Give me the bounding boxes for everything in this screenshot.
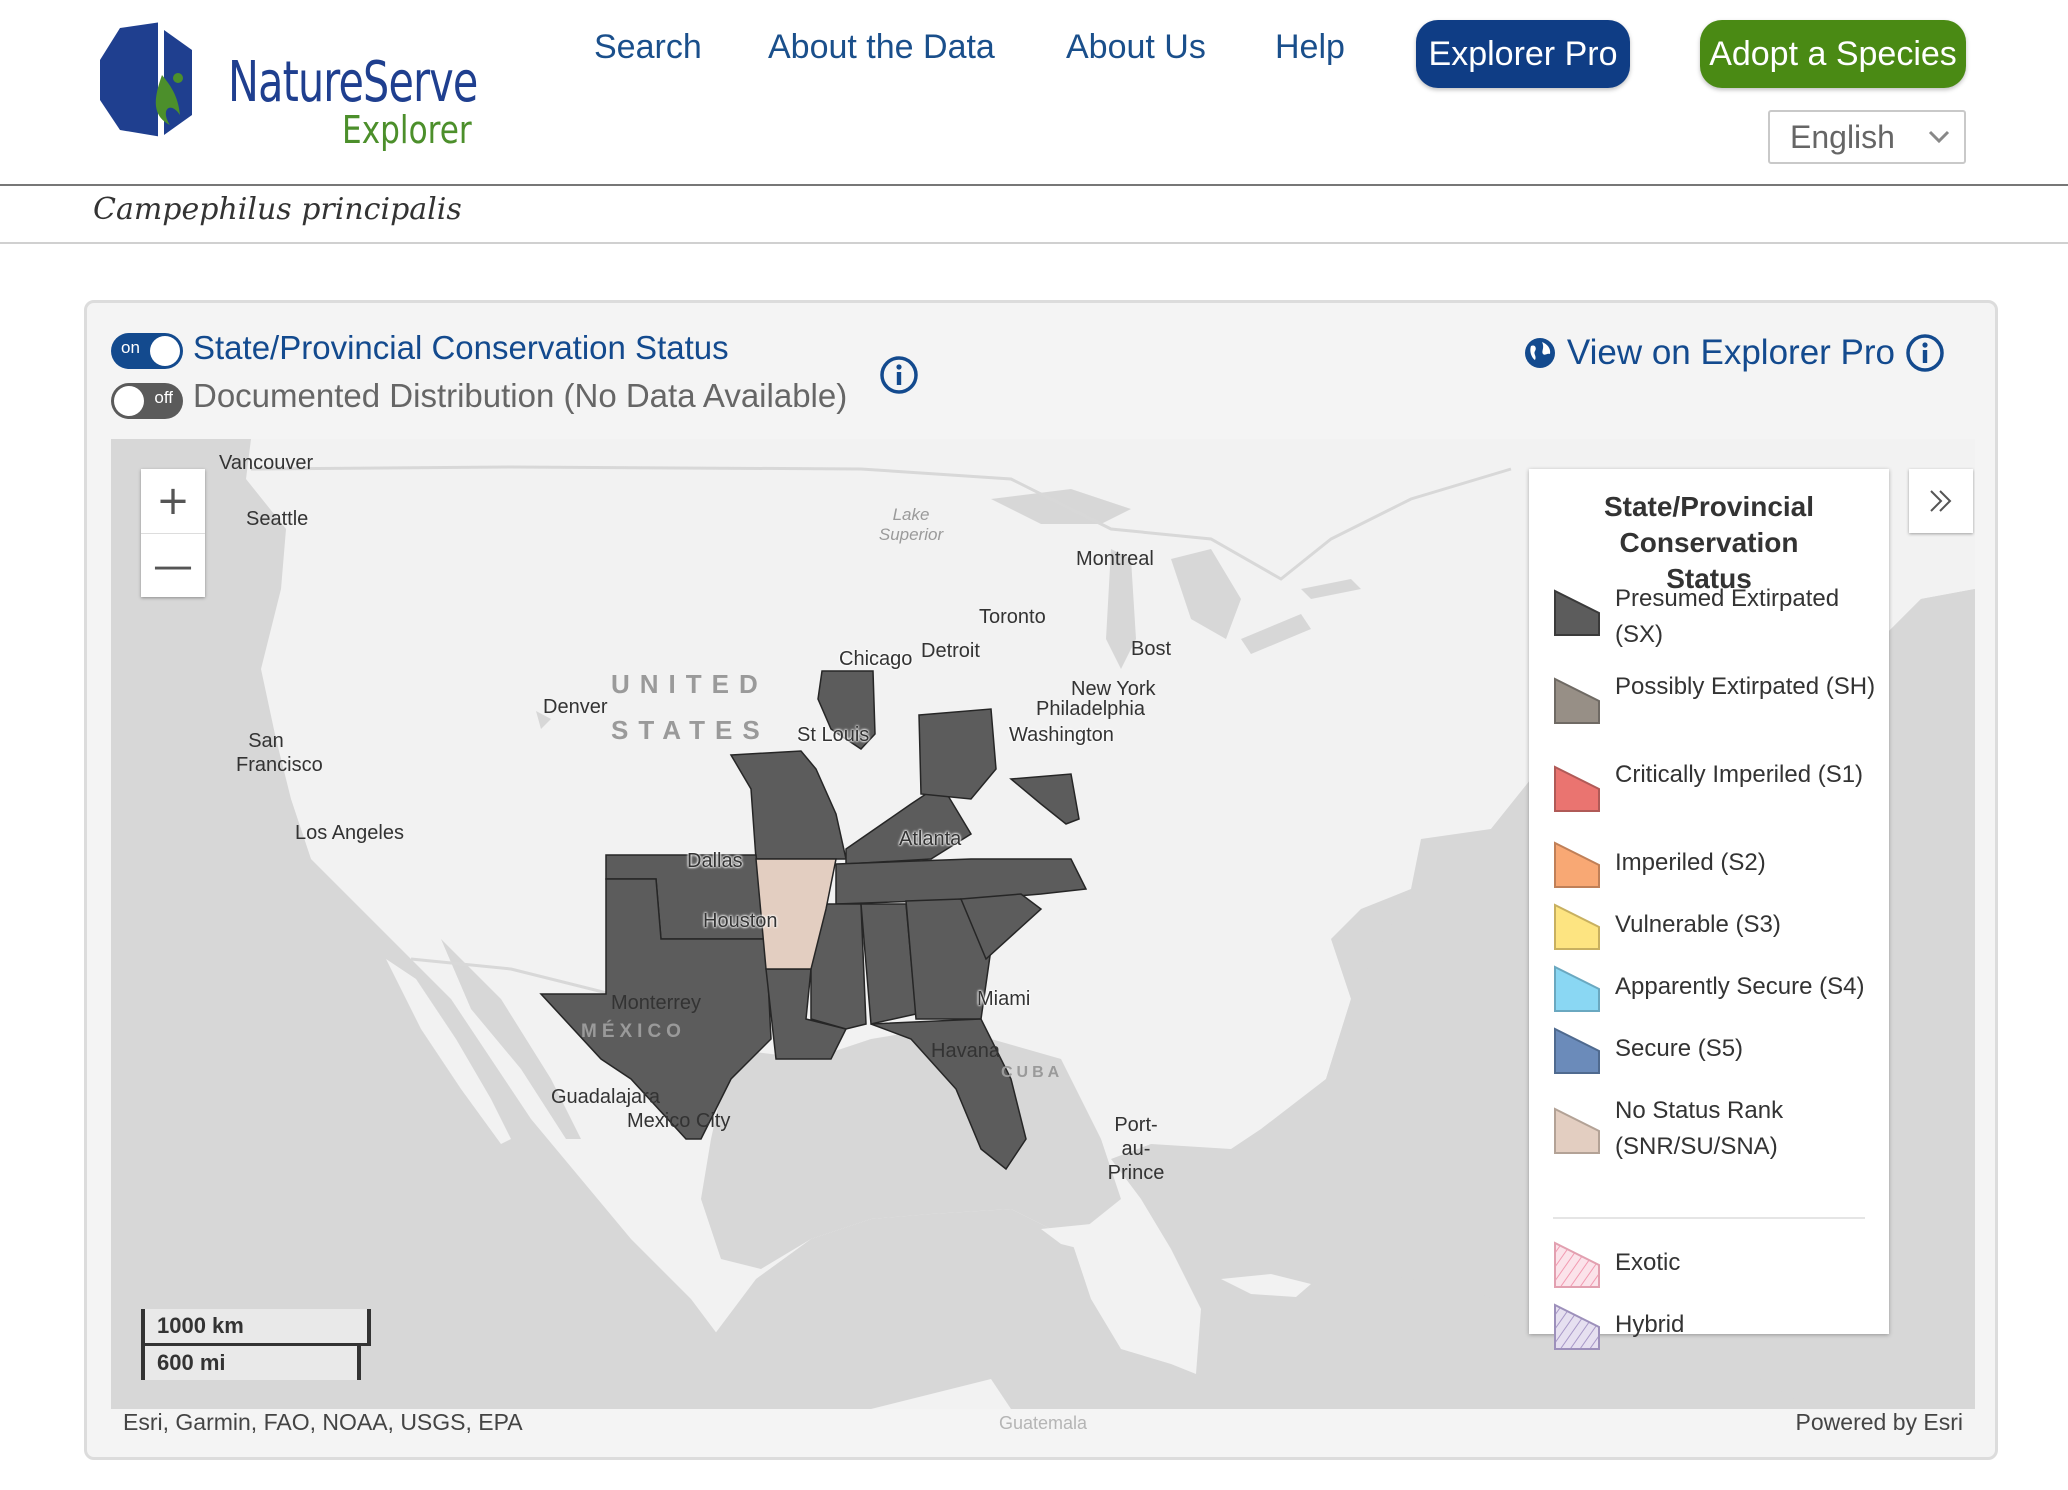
legend-swatch — [1554, 903, 1600, 950]
legend-swatch — [1554, 1241, 1600, 1288]
city-label-vancouver: Vancouver — [219, 452, 314, 474]
city-label-chicago: Chicago — [839, 648, 913, 670]
city-label-dallas: Dallas — [687, 850, 743, 872]
zoom-controls: + — — [141, 469, 205, 597]
nav-search[interactable]: Search — [594, 28, 702, 67]
city-label-washington: Washington — [1009, 724, 1114, 746]
scale-km: 1000 km — [141, 1309, 371, 1346]
legend-divider — [1553, 1217, 1865, 1219]
city-label-houston: Houston — [703, 910, 778, 932]
legend-collapse-button[interactable] — [1909, 469, 1973, 533]
status-layer-label[interactable]: State/Provincial Conservation Status — [193, 329, 729, 367]
state-maryland — [1009, 773, 1080, 825]
distribution-layer-label[interactable]: Documented Distribution (No Data Availab… — [193, 377, 847, 415]
info-icon[interactable] — [879, 355, 919, 395]
city-label-mexico-city: Mexico City — [627, 1110, 731, 1132]
country-label-mexico: MÉXICO — [581, 1021, 686, 1042]
legend-label: Vulnerable (S3) — [1615, 911, 1781, 938]
state-ohio — [918, 708, 997, 800]
legend-label: Presumed Extirpated (SX) — [1615, 585, 1840, 648]
powered-by-esri[interactable]: Powered by Esri — [1796, 1409, 1963, 1436]
city-label-philadelphia: Philadelphia — [1036, 698, 1145, 720]
city-label-miami: Miami — [977, 988, 1031, 1010]
adopt-species-button[interactable]: Adopt a Species — [1700, 20, 1966, 88]
legend-label: Apparently Secure (S4) — [1615, 973, 1865, 1000]
nav-about-data[interactable]: About the Data — [768, 28, 995, 67]
map-legend: State/Provincial Conservation Status Pre… — [1529, 469, 1889, 1350]
scale-mi: 600 mi — [141, 1346, 361, 1380]
city-label-st-louis: St Louis — [797, 724, 870, 746]
city-label-montreal: Montreal — [1076, 548, 1154, 570]
toggle-state: off — [154, 388, 173, 407]
natureserve-logo[interactable]: NatureServe Explorer — [100, 20, 480, 155]
state-missouri — [729, 750, 847, 860]
chevron-double-right-icon — [1930, 490, 1952, 512]
legend-label: Imperiled (S2) — [1615, 849, 1766, 876]
nav-about-us[interactable]: About Us — [1066, 28, 1206, 67]
city-label-havana: Havana — [931, 1040, 1000, 1062]
city-label-san-francisco: San Francisco — [236, 730, 323, 776]
view-on-explorer-pro-link[interactable]: View on Explorer Pro — [1523, 333, 1945, 373]
legend-label: Hybrid — [1615, 1311, 1685, 1338]
language-value: English — [1790, 119, 1895, 155]
explorer-pro-button[interactable]: Explorer Pro — [1416, 20, 1630, 88]
city-label-port-au-prince: Port-au-Prince — [1107, 1114, 1165, 1184]
legend-swatch — [1554, 1107, 1600, 1154]
legend-swatch — [1554, 1027, 1600, 1074]
country-label-states: STATES — [611, 715, 770, 745]
scale-bar: 1000 km 600 mi — [141, 1309, 371, 1380]
legend-swatch — [1554, 841, 1600, 888]
legend-label: Critically Imperiled (S1) — [1615, 761, 1864, 788]
legend-swatch — [1554, 1303, 1600, 1350]
zoom-in-button[interactable]: + — [141, 469, 205, 534]
status-layer-toggle[interactable]: on — [111, 333, 183, 369]
species-scientific-name: Campephilus principalis — [93, 192, 462, 227]
city-label-monterrey: Monterrey — [611, 992, 702, 1014]
language-select[interactable]: English — [1768, 110, 1966, 164]
city-label-seattle: Seattle — [246, 508, 309, 530]
lake-label-superior: Lake Superior — [878, 505, 944, 544]
attribution-map-label: Guatemala — [999, 1413, 1088, 1433]
zoom-out-button[interactable]: — — [141, 534, 205, 598]
info-icon[interactable] — [1905, 333, 1945, 373]
logo-hexagon-icon — [100, 20, 200, 145]
city-label-denver: Denver — [543, 696, 608, 718]
site-header: NatureServe Explorer Search About the Da… — [0, 0, 2068, 186]
legend-swatch — [1554, 765, 1600, 812]
chevron-down-icon — [1926, 112, 1952, 178]
legend-swatch — [1554, 965, 1600, 1012]
map-view[interactable]: Vancouver Seattle Montreal Toronto Detro… — [111, 439, 1975, 1409]
legend-label: Secure (S5) — [1615, 1035, 1744, 1062]
city-label-los-angeles: Los Angeles — [295, 822, 404, 844]
view-pro-label: View on Explorer Pro — [1566, 333, 1895, 372]
globe-icon — [1524, 338, 1555, 368]
city-label-guadalajara: Guadalajara — [551, 1086, 660, 1108]
state-tennessee — [835, 858, 1088, 905]
nav-help[interactable]: Help — [1275, 28, 1345, 67]
legend-swatch — [1554, 677, 1600, 724]
legend-swatch — [1554, 589, 1600, 636]
map-card: on State/Provincial Conservation Status … — [84, 300, 1998, 1460]
city-label-detroit: Detroit — [921, 640, 980, 662]
country-label-cuba: CUBA — [1001, 1064, 1064, 1081]
logo-subtitle: Explorer — [342, 108, 472, 152]
species-bar: Campephilus principalis — [0, 186, 2068, 244]
legend-label: No Status Rank (SNR/SU/SNA) — [1615, 1097, 1784, 1160]
legend-label: Exotic — [1615, 1249, 1681, 1276]
city-label-toronto: Toronto — [979, 606, 1046, 628]
city-label-boston: Bost — [1131, 638, 1172, 660]
city-label-atlanta: Atlanta — [899, 828, 962, 850]
toggle-state: on — [121, 338, 140, 357]
logo-wordmark: NatureServe — [228, 50, 478, 115]
country-label-united: UNITED — [611, 669, 768, 699]
attribution-text[interactable]: Esri, Garmin, FAO, NOAA, USGS, EPA — [123, 1409, 523, 1436]
distribution-layer-toggle[interactable]: off — [111, 383, 183, 419]
legend-label: Possibly Extirpated (SH) — [1615, 673, 1876, 700]
